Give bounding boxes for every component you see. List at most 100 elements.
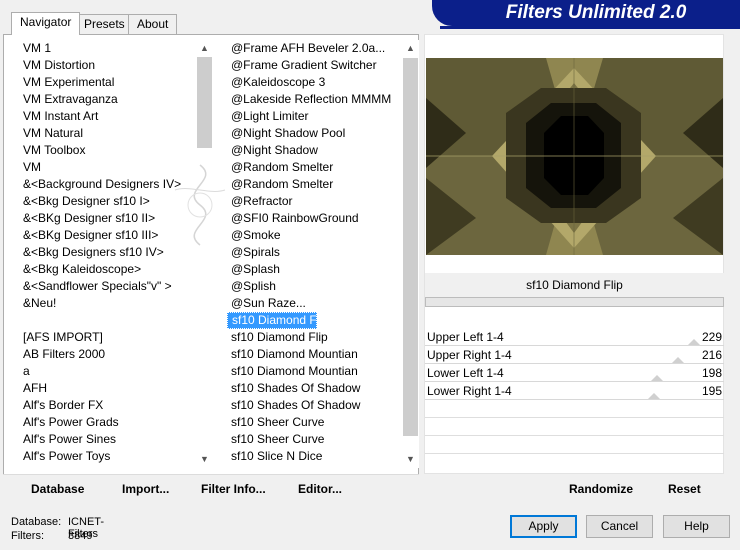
filter-item[interactable]: @Random Smelter xyxy=(227,176,402,193)
slider-track[interactable] xyxy=(425,363,724,364)
progress-bar xyxy=(425,297,724,307)
filter-item[interactable]: @Smoke xyxy=(227,227,402,244)
filter-item[interactable]: @Splish xyxy=(227,278,402,295)
category-scrollbar[interactable]: ▲ ▼ xyxy=(196,40,213,468)
scroll-down-icon[interactable]: ▼ xyxy=(196,451,213,468)
tab-navigator[interactable]: Navigator xyxy=(11,12,81,35)
filter-item[interactable]: @SFI0 RainbowGround xyxy=(227,210,402,227)
category-item[interactable] xyxy=(19,312,196,329)
category-list[interactable]: VM 1 VM Distortion VM Experimental VM Extra… xyxy=(19,40,196,468)
tab-presets[interactable]: Presets xyxy=(75,14,134,34)
filter-item[interactable]: sf10 Diamond Flip xyxy=(227,329,402,346)
scroll-thumb[interactable] xyxy=(197,57,212,148)
filters-status: Filters: 3849 xyxy=(11,530,92,542)
filter-list[interactable]: @Frame AFH Beveler 2.0a... @Frame Gradien… xyxy=(227,40,402,468)
filters-count: 3849 xyxy=(68,530,93,542)
category-item[interactable]: Alf's Power Sines xyxy=(19,431,196,448)
filter-item[interactable]: sf10 Sheer Curve xyxy=(227,431,402,448)
apply-button[interactable]: Apply xyxy=(510,515,577,538)
category-item[interactable]: VM Distortion xyxy=(19,57,196,74)
editor-button[interactable]: Editor... xyxy=(298,482,342,496)
filter-item-selected[interactable]: sf10 Diamond Flip xyxy=(227,312,329,329)
reset-button[interactable]: Reset xyxy=(668,482,701,496)
import-button[interactable]: Import... xyxy=(122,482,169,496)
slider-handle[interactable] xyxy=(687,339,700,345)
filter-item[interactable]: sf10 Diamond Mountian xyxy=(227,363,402,380)
filter-item[interactable]: @Kaleidoscope 3 xyxy=(227,74,402,91)
empty-slider-row xyxy=(425,417,724,418)
scroll-up-icon[interactable]: ▲ xyxy=(196,40,213,57)
randomize-button[interactable]: Randomize xyxy=(569,482,633,496)
filter-item[interactable]: @Frame Gradient Switcher xyxy=(227,57,402,74)
slider-row[interactable]: Lower Left 1-4 198 xyxy=(425,365,724,382)
slider-label: Lower Right 1-4 xyxy=(427,384,512,398)
category-item[interactable]: VM Toolbox xyxy=(19,142,196,159)
filter-item[interactable]: @Lakeside Reflection MMMM xyxy=(227,91,402,108)
category-item[interactable]: [AFS IMPORT] xyxy=(19,329,196,346)
slider-row[interactable]: Upper Left 1-4 229 xyxy=(425,329,724,346)
filter-item[interactable]: sf10 Sheer Curve xyxy=(227,414,402,431)
category-item[interactable]: &Neu! xyxy=(19,295,196,312)
slider-value: 229 xyxy=(701,330,722,344)
cancel-button[interactable]: Cancel xyxy=(586,515,653,538)
category-item[interactable]: &<Sandflower Specials"v" > xyxy=(19,278,196,295)
filter-item[interactable]: sf10 Slice N Dice xyxy=(227,448,402,465)
filter-scrollbar[interactable]: ▲ ▼ xyxy=(402,40,419,468)
category-item[interactable]: VM Extravaganza xyxy=(19,91,196,108)
slider-value: 198 xyxy=(701,366,722,380)
category-item[interactable]: Alf's Border FX xyxy=(19,397,196,414)
selected-filter-title: sf10 Diamond Flip xyxy=(425,273,724,297)
filters-label: Filters: xyxy=(11,530,44,542)
scroll-up-icon[interactable]: ▲ xyxy=(402,40,419,57)
category-item[interactable]: VM 1 xyxy=(19,40,196,57)
slider-track[interactable] xyxy=(425,399,724,400)
filter-item[interactable]: @Frame AFH Beveler 2.0a... xyxy=(227,40,402,57)
tab-about[interactable]: About xyxy=(128,14,178,34)
filter-item[interactable]: sf10 Diamond Mountian xyxy=(227,346,402,363)
category-item[interactable]: a xyxy=(19,363,196,380)
slider-row[interactable]: Upper Right 1-4 216 xyxy=(425,347,724,364)
slider-track[interactable] xyxy=(425,381,724,382)
empty-slider-row xyxy=(425,453,724,454)
filter-item[interactable]: @Light Limiter xyxy=(227,108,402,125)
filter-item[interactable]: @Refractor xyxy=(227,193,402,210)
slider-handle[interactable] xyxy=(651,375,664,381)
filter-item[interactable]: sf10 Slice N Dice xyxy=(227,465,402,468)
empty-slider-row xyxy=(425,435,724,436)
category-item[interactable]: Alf's Power Grads xyxy=(19,414,196,431)
slider-value: 216 xyxy=(701,348,722,362)
scroll-down-icon[interactable]: ▼ xyxy=(402,451,419,468)
preview-image xyxy=(426,58,723,255)
database-label: Database: xyxy=(11,516,62,528)
scroll-thumb[interactable] xyxy=(403,58,418,436)
filter-item[interactable]: @Spirals xyxy=(227,244,402,261)
slider-handle[interactable] xyxy=(672,357,685,363)
filter-item[interactable]: @Random Smelter xyxy=(227,159,402,176)
filter-item[interactable]: @Night Shadow Pool xyxy=(227,125,402,142)
category-item[interactable]: VM Natural xyxy=(19,125,196,142)
slider-row[interactable]: Lower Right 1-4 195 xyxy=(425,383,724,400)
filter-item[interactable]: @Night Shadow xyxy=(227,142,402,159)
category-item[interactable]: Alf's... xyxy=(19,465,196,468)
category-item[interactable]: AB Filters 2000 xyxy=(19,346,196,363)
slider-value: 195 xyxy=(701,384,722,398)
slider-track[interactable] xyxy=(425,345,724,346)
category-item[interactable]: Alf's Power Toys xyxy=(19,448,196,465)
category-item[interactable]: AFH xyxy=(19,380,196,397)
banner-underline xyxy=(440,26,740,29)
category-item[interactable]: VM Experimental xyxy=(19,74,196,91)
filter-info-button[interactable]: Filter Info... xyxy=(201,482,266,496)
database-status: Database: ICNET-Filters xyxy=(11,516,104,540)
database-button[interactable]: Database xyxy=(31,482,84,496)
slider-label: Lower Left 1-4 xyxy=(427,366,504,380)
slider-label: Upper Right 1-4 xyxy=(427,348,512,362)
help-button[interactable]: Help xyxy=(663,515,730,538)
filter-item[interactable]: sf10 Shades Of Shadow xyxy=(227,380,402,397)
category-item[interactable]: VM Instant Art xyxy=(19,108,196,125)
category-item[interactable]: &<Bkg Kaleidoscope> xyxy=(19,261,196,278)
filter-item[interactable]: @Splash xyxy=(227,261,402,278)
slider-handle[interactable] xyxy=(647,393,660,399)
slider-label: Upper Left 1-4 xyxy=(427,330,504,344)
filter-item[interactable]: sf10 Shades Of Shadow xyxy=(227,397,402,414)
filter-item[interactable]: @Sun Raze... xyxy=(227,295,402,312)
